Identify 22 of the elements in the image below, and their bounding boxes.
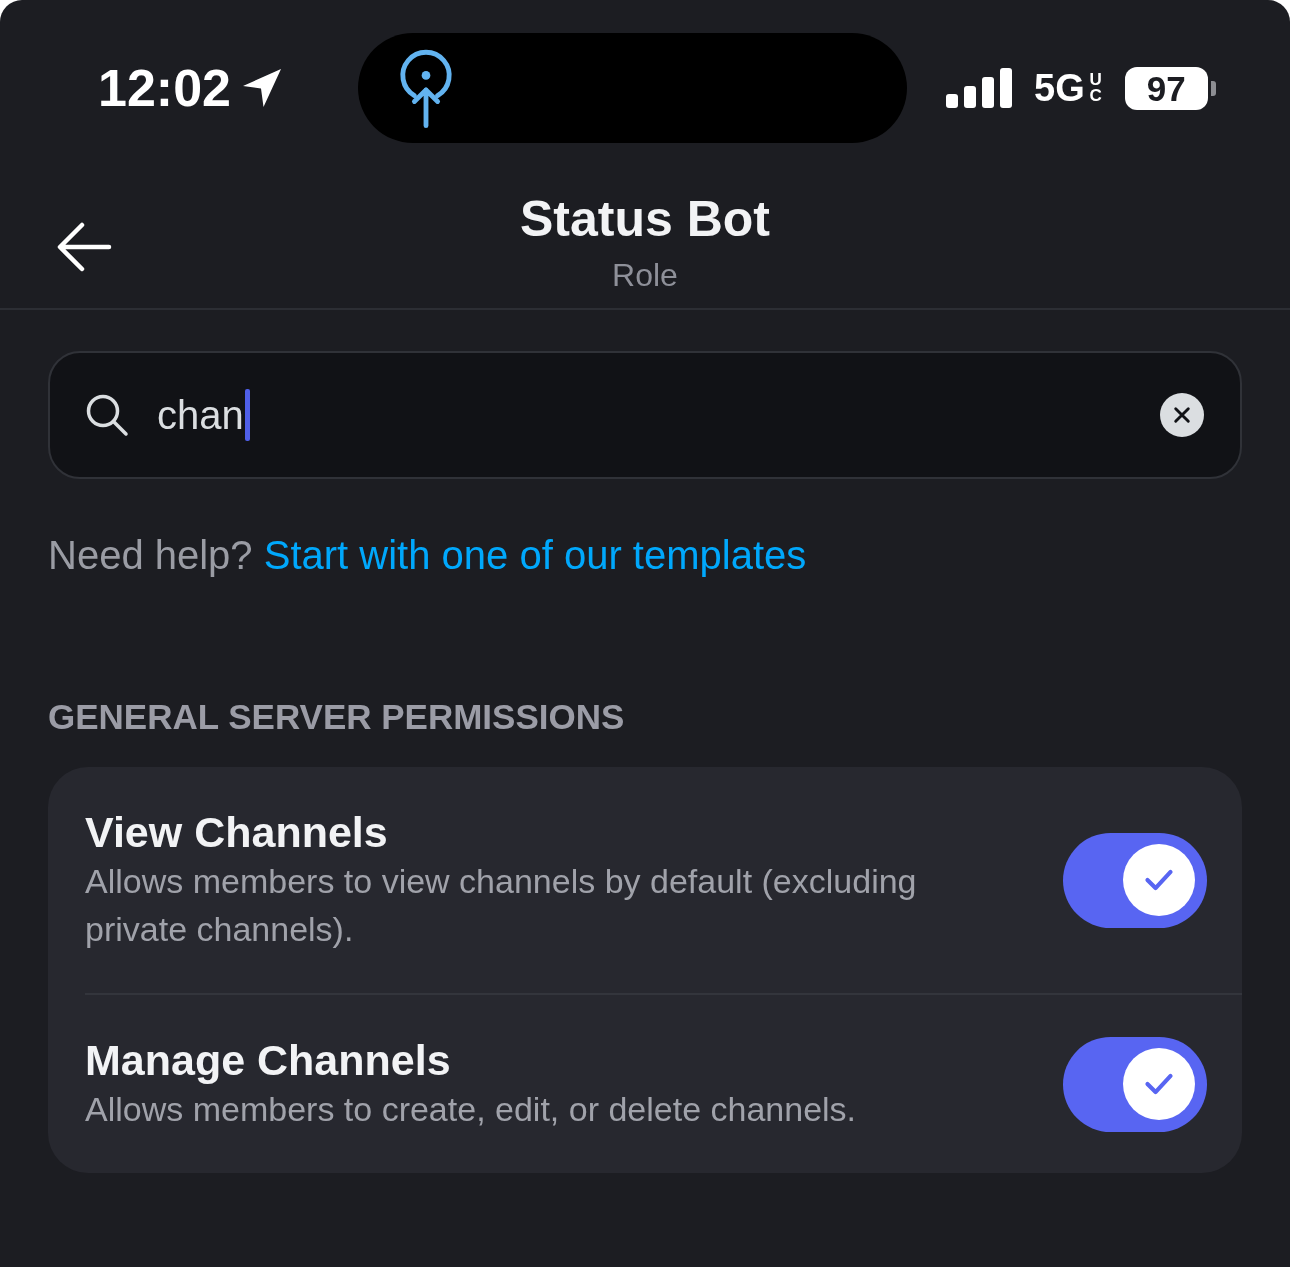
signal-icon xyxy=(946,68,1012,108)
location-arrow-icon xyxy=(241,67,283,109)
search-icon xyxy=(85,393,129,437)
section-header: GENERAL SERVER PERMISSIONS xyxy=(48,696,625,738)
clear-button[interactable] xyxy=(1160,393,1204,437)
help-text: Need help? Start with one of our templates xyxy=(48,532,807,579)
permission-title: View Channels xyxy=(85,807,388,857)
page-title: Status Bot xyxy=(520,190,770,248)
permission-description: Allows members to view channels by default (excluding private channels). xyxy=(85,861,918,950)
page-subtitle: Role xyxy=(612,256,678,294)
search-field[interactable]: chan xyxy=(48,351,1242,479)
templates-link[interactable]: Start with one of our templates xyxy=(263,533,807,577)
close-icon xyxy=(1173,406,1191,424)
ring-arrow-icon xyxy=(397,47,455,129)
battery-indicator: 97 xyxy=(1124,66,1216,110)
back-arrow-icon xyxy=(56,221,112,273)
network-type: 5G xyxy=(1034,69,1085,107)
clock-time: 12:02 xyxy=(98,62,231,114)
back-button[interactable] xyxy=(56,221,112,273)
permission-title: Manage Channels xyxy=(85,1035,451,1085)
permission-description: Allows members to create, edit, or delete channels. xyxy=(85,1089,858,1130)
network-mode-label: UC xyxy=(1088,71,1103,105)
